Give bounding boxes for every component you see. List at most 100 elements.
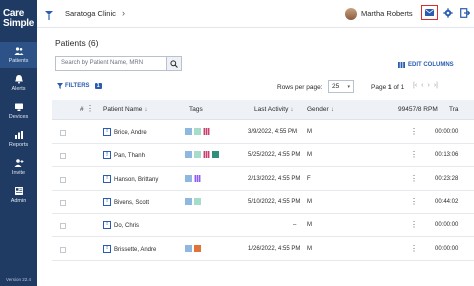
patient-name[interactable]: Bivens, Scott	[114, 200, 149, 206]
col-patient-name[interactable]: Patient Name ↓	[103, 106, 147, 113]
patient-name[interactable]: Brice, Andre	[114, 130, 147, 136]
alert-info-icon[interactable]: !	[103, 128, 111, 136]
tag-chip[interactable]	[185, 128, 192, 135]
gender: M	[307, 129, 312, 135]
user-name[interactable]: Martha Roberts	[361, 9, 413, 18]
chevron-right-icon[interactable]: ›	[122, 8, 125, 18]
alert-info-icon[interactable]: !	[103, 174, 111, 183]
row-menu-icon[interactable]: ⋮	[410, 220, 418, 229]
gear-icon[interactable]	[443, 8, 453, 18]
col-gender[interactable]: Gender ↓	[307, 106, 334, 113]
row-menu-icon[interactable]: ⋮	[410, 244, 418, 253]
table-header: # ⋮ Patient Name ↓ Tags Last Activity ↓ Ge…	[52, 100, 474, 120]
row-menu-icon[interactable]: ⋮	[410, 150, 418, 159]
prev-page-icon[interactable]: ‹	[421, 82, 423, 89]
table-row[interactable]: ! Brissette, Andre 1/26/2022, 4:55 PM M ⋮ 00:…	[52, 238, 474, 261]
filters-label: FILTERS	[65, 83, 90, 89]
gender: M	[307, 222, 312, 229]
more-vertical-icon[interactable]: ⋮	[86, 104, 94, 113]
col-tra[interactable]: Tra	[449, 106, 459, 113]
reports-icon	[14, 131, 23, 139]
table-row[interactable]: ! Brice, Andre 3/9/2022, 4:55 PM M ⋮ 00:00:00	[52, 121, 474, 144]
rows-per-page-select[interactable]: 25 ▾	[328, 80, 354, 93]
col-rpm[interactable]: 99457/8 RPM	[398, 106, 438, 113]
sidebar-item-admin[interactable]: Admin	[0, 182, 37, 208]
page-indicator: Page 1 of 1	[371, 84, 404, 91]
row-menu-icon[interactable]: ⋮	[410, 127, 418, 136]
tag-chip[interactable]	[185, 197, 192, 205]
sidebar-item-alerts[interactable]: Alerts	[0, 70, 37, 96]
messages-button[interactable]	[421, 5, 438, 20]
table-row[interactable]: ! Bivens, Scott 5/10/2022, 4:55 PM M ⋮ 00:44:…	[52, 191, 474, 214]
tag-chip[interactable]	[194, 244, 201, 252]
sidebar-item-invite[interactable]: Invite	[0, 154, 37, 180]
table-row[interactable]: ! Do, Chris – M ⋮ 00:00:00	[52, 214, 474, 238]
page-title: Patients (6)	[55, 38, 99, 48]
mail-icon	[425, 9, 434, 16]
devices-icon	[14, 103, 23, 111]
logout-icon[interactable]	[460, 8, 470, 18]
patient-name[interactable]: Do, Chris	[114, 223, 139, 229]
chevron-down-icon: ▾	[347, 83, 350, 90]
alert-info-icon[interactable]: !	[103, 221, 111, 230]
row-checkbox[interactable]	[60, 153, 66, 160]
tag-chip[interactable]	[185, 174, 192, 182]
first-page-icon[interactable]: |‹	[413, 82, 417, 89]
rpm-time: 00:44:02	[435, 198, 459, 205]
patient-name[interactable]: Hanson, Brittany	[114, 177, 158, 183]
sidebar-item-label: Patients	[8, 58, 29, 64]
sidebar-item-reports[interactable]: Reports	[0, 126, 37, 152]
row-menu-icon[interactable]: ⋮	[410, 197, 418, 206]
sidebar-item-devices[interactable]: Devices	[0, 98, 37, 124]
filter-icon	[57, 83, 63, 89]
clinic-selector[interactable]: Saratoga Clinic	[65, 9, 116, 18]
rpm-time: 00:00:00	[435, 222, 459, 229]
edit-columns-button[interactable]: EDIT COLUMNS	[398, 62, 454, 68]
alert-info-icon[interactable]: !	[103, 197, 111, 206]
rpm-time: 00:00:00	[435, 129, 459, 135]
rpm-time: 00:13:06	[435, 152, 459, 159]
edit-columns-label: EDIT COLUMNS	[408, 62, 454, 68]
table-row[interactable]: ! Pan, Thanh 5/25/2022, 4:55 PM M ⋮ 00:13:06	[52, 144, 474, 168]
table-row[interactable]: ! Hanson, Brittany 2/13/2022, 4:55 PM F ⋮ 00:…	[52, 168, 474, 191]
tag-chip[interactable]	[194, 197, 201, 205]
care-simple-logo[interactable]: Care Simple	[0, 0, 37, 38]
col-last-activity[interactable]: Last Activity ↓	[254, 106, 293, 113]
page-label: Page	[371, 84, 387, 91]
row-menu-icon[interactable]: ⋮	[410, 174, 418, 183]
sidebar-item-label: Devices	[8, 114, 29, 120]
gender: F	[307, 175, 311, 182]
avatar[interactable]	[345, 8, 357, 20]
row-checkbox[interactable]	[60, 223, 66, 230]
search-button[interactable]	[166, 56, 182, 71]
alert-info-icon[interactable]: !	[103, 244, 111, 253]
rows-per-page-value: 25	[332, 83, 340, 90]
alert-info-icon[interactable]: !	[103, 151, 111, 160]
tag-chip[interactable]	[194, 151, 201, 159]
tag-chip[interactable]	[194, 174, 201, 182]
row-checkbox[interactable]	[60, 199, 66, 206]
patient-name[interactable]: Pan, Thanh	[114, 153, 145, 159]
row-checkbox[interactable]	[60, 246, 66, 253]
tag-chip[interactable]	[203, 128, 210, 135]
last-page-icon[interactable]: ›|	[434, 82, 438, 89]
filters-button[interactable]: FILTERS 1	[57, 83, 102, 89]
search-input[interactable]: Search by Patient Name, MRN	[55, 56, 167, 71]
sidebar-item-label: Reports	[8, 142, 29, 148]
tag-chip[interactable]	[185, 244, 192, 252]
col-last-activity-label: Last Activity	[254, 106, 289, 113]
tag-chip[interactable]	[194, 128, 201, 135]
tag-chip[interactable]	[212, 151, 219, 159]
tag-chip[interactable]	[185, 151, 192, 159]
next-page-icon[interactable]: ›	[428, 82, 430, 89]
row-checkbox[interactable]	[60, 176, 66, 183]
row-checkbox[interactable]	[60, 130, 66, 136]
patient-name[interactable]: Brissette, Andre	[114, 247, 156, 253]
sort-icon: ↓	[330, 107, 334, 113]
last-activity: 5/10/2022, 4:55 PM	[248, 198, 301, 205]
invite-icon	[14, 159, 23, 167]
rpm-time: 00:23:28	[435, 175, 459, 182]
tag-chip[interactable]	[203, 151, 210, 159]
sidebar-item-patients[interactable]: Patients	[0, 42, 37, 68]
col-tags[interactable]: Tags	[189, 106, 203, 113]
